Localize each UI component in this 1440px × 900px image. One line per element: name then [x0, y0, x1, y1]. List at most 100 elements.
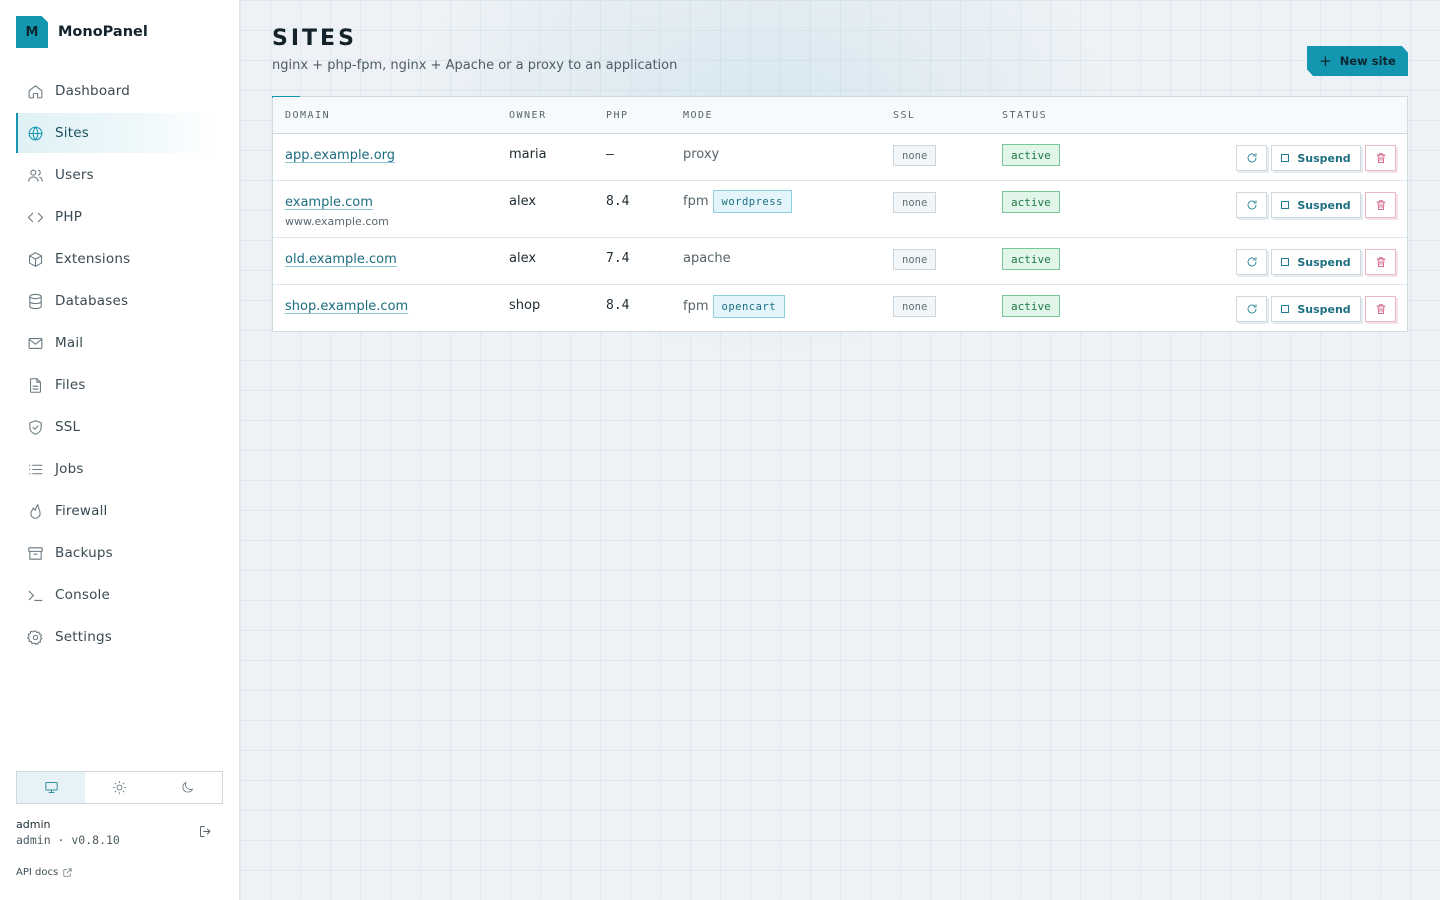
reload-button[interactable] [1236, 296, 1267, 322]
reload-button[interactable] [1236, 249, 1267, 275]
sidebar-item-sites[interactable]: Sites [16, 113, 216, 153]
mode-cell: proxy [683, 147, 719, 162]
column-header-status[interactable]: STATUS [1002, 110, 1047, 121]
brand-logo: M [16, 16, 48, 48]
suspend-label: Suspend [1297, 255, 1351, 269]
suspend-label: Suspend [1297, 302, 1351, 316]
mode-label: fpm [683, 299, 709, 314]
sidebar-item-users[interactable]: Users [16, 155, 216, 195]
mode-cell: apache [683, 251, 731, 266]
table-row: app.example.org maria — proxy none activ… [273, 134, 1407, 181]
user-name: admin [16, 818, 51, 831]
stop-icon [1281, 201, 1290, 209]
brand-name: MonoPanel [58, 24, 148, 40]
column-header-php[interactable]: PHP [606, 110, 629, 121]
suspend-label: Suspend [1297, 151, 1351, 165]
theme-light-button[interactable] [85, 772, 153, 803]
sidebar-item-label: Firewall [55, 503, 108, 519]
mode-label: fpm [683, 194, 709, 209]
shield-icon [29, 419, 42, 435]
terminal-icon [28, 590, 43, 601]
delete-button[interactable] [1365, 296, 1396, 322]
delete-button[interactable] [1365, 145, 1396, 171]
list-icon [28, 464, 43, 474]
sidebar-item-console[interactable]: Console [16, 575, 216, 615]
column-header-ssl[interactable]: SSL [893, 110, 916, 121]
user-meta: admin · v0.8.10 [16, 833, 120, 847]
status-badge: active [1002, 144, 1060, 166]
owner-cell: maria [509, 147, 547, 162]
reload-button[interactable] [1236, 192, 1267, 218]
domain-link[interactable]: old.example.com [285, 252, 397, 267]
domain-link[interactable]: app.example.org [285, 148, 395, 163]
flame-icon [30, 503, 41, 519]
sidebar-item-label: Sites [55, 125, 89, 141]
database-icon [29, 293, 42, 309]
suspend-button[interactable]: Suspend [1271, 296, 1361, 322]
sidebar-item-label: Backups [55, 545, 113, 561]
theme-system-button[interactable] [17, 772, 86, 803]
user-info: admin admin · v0.8.10 [16, 818, 120, 847]
api-docs-label: API docs [16, 867, 59, 878]
sidebar-item-label: Mail [55, 335, 84, 351]
delete-button[interactable] [1365, 249, 1396, 275]
trash-icon [1376, 153, 1385, 163]
reload-button[interactable] [1236, 145, 1267, 171]
theme-switcher [16, 771, 223, 804]
sidebar-item-label: Files [55, 377, 86, 393]
trash-icon [1376, 200, 1385, 210]
file-icon [30, 377, 41, 393]
theme-dark-button[interactable] [154, 772, 222, 803]
gear-icon [27, 629, 43, 645]
mode-cell: fpm wordpress [683, 190, 792, 213]
sidebar-item-label: Console [55, 587, 110, 603]
refresh-icon [1247, 200, 1256, 210]
stop-icon [1281, 154, 1290, 162]
sidebar-item-php[interactable]: PHP [16, 197, 216, 237]
users-icon [28, 169, 43, 182]
sidebar-item-settings[interactable]: Settings [16, 617, 216, 657]
column-header-mode[interactable]: MODE [683, 110, 713, 121]
delete-button[interactable] [1365, 192, 1396, 218]
sidebar-item-label: Settings [55, 629, 112, 645]
globe-icon [28, 126, 43, 140]
trash-icon [1376, 257, 1385, 267]
sidebar-item-extensions[interactable]: Extensions [16, 239, 216, 279]
domain-link[interactable]: shop.example.com [285, 299, 408, 314]
php-version-cell: — [606, 147, 614, 162]
suspend-button[interactable]: Suspend [1271, 249, 1361, 275]
logout-button[interactable] [198, 824, 214, 840]
suspend-button[interactable]: Suspend [1271, 192, 1361, 218]
sidebar-item-label: Jobs [55, 461, 84, 477]
logout-icon [200, 826, 211, 837]
sidebar-item-jobs[interactable]: Jobs [16, 449, 216, 489]
sidebar-item-firewall[interactable]: Firewall [16, 491, 216, 531]
api-docs-link[interactable]: API docs [16, 867, 73, 878]
php-version-cell: 8.4 [606, 194, 630, 209]
domain-alias: www.example.com [285, 215, 389, 228]
new-site-button[interactable]: + New site [1307, 46, 1408, 76]
sidebar-item-dashboard[interactable]: Dashboard [16, 71, 216, 111]
sidebar-item-files[interactable]: Files [16, 365, 216, 405]
sidebar-item-mail[interactable]: Mail [16, 323, 216, 363]
sidebar: M MonoPanel Dashboard Sites Users PHP Ex… [0, 0, 240, 900]
status-badge: active [1002, 191, 1060, 213]
mode-label: proxy [683, 147, 720, 162]
sun-icon [112, 780, 127, 795]
sidebar-item-backups[interactable]: Backups [16, 533, 216, 573]
app-badge: wordpress [712, 190, 792, 213]
new-site-label: New site [1339, 54, 1396, 68]
home-icon [28, 84, 43, 98]
domain-link[interactable]: example.com [285, 195, 373, 210]
page-subtitle: nginx + php-fpm, nginx + Apache or a pro… [272, 58, 678, 73]
ssl-badge: none [893, 296, 937, 317]
suspend-button[interactable]: Suspend [1271, 145, 1361, 171]
brand[interactable]: M MonoPanel [16, 16, 148, 48]
sidebar-item-databases[interactable]: Databases [16, 281, 216, 321]
row-actions: Suspend [1236, 192, 1396, 218]
column-header-domain[interactable]: DOMAIN [285, 110, 330, 121]
stop-icon [1281, 258, 1290, 266]
sidebar-item-ssl[interactable]: SSL [16, 407, 216, 447]
column-header-owner[interactable]: OWNER [509, 110, 547, 121]
table-row: example.com www.example.com alex 8.4 fpm… [273, 181, 1407, 238]
